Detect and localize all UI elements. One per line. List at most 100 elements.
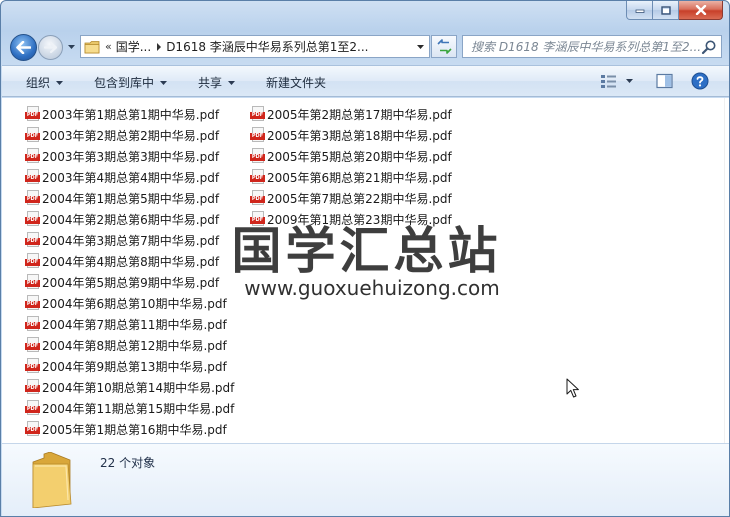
file-name: 2003年第4期总第4期中华易.pdf [42,170,220,185]
view-options-icon[interactable] [600,73,618,89]
scrollbar-track[interactable] [724,98,729,443]
file-item[interactable]: PDF 2009年第1期总第23期中华易.pdf [250,210,452,228]
folder-icon [84,40,100,53]
pdf-badge: PDF [250,175,265,182]
chevron-down-icon [67,45,75,49]
pdf-file-icon: PDF [250,190,265,206]
file-item[interactable]: PDF 2005年第7期总第22期中华易.pdf [250,189,452,207]
pdf-file-icon: PDF [25,274,40,290]
file-name: 2005年第5期总第20期中华易.pdf [267,149,452,164]
new-folder-button[interactable]: 新建文件夹 [266,74,326,91]
file-name: 2003年第2期总第2期中华易.pdf [42,128,220,143]
pdf-badge: PDF [25,175,40,182]
pdf-file-icon: PDF [25,421,40,437]
share-label: 共享 [198,76,223,90]
file-item[interactable]: PDF 2004年第3期总第7期中华易.pdf [25,231,219,249]
file-name: 2005年第3期总第18期中华易.pdf [267,128,452,143]
maximize-icon [660,5,671,15]
search-icon[interactable] [701,39,717,55]
search-input[interactable] [471,36,703,57]
pdf-file-icon: PDF [25,400,40,416]
folder-icon [32,452,72,508]
share-menu[interactable]: 共享 [198,74,236,91]
pdf-badge: PDF [25,280,40,287]
pdf-badge: PDF [25,301,40,308]
back-button[interactable] [10,34,37,61]
pdf-badge: PDF [250,154,265,161]
file-item[interactable]: PDF 2004年第6期总第10期中华易.pdf [25,294,227,312]
file-item[interactable]: PDF 2003年第3期总第3期中华易.pdf [25,147,219,165]
pdf-file-icon: PDF [25,106,40,122]
file-item[interactable]: PDF 2005年第3期总第18期中华易.pdf [250,126,452,144]
address-bar[interactable]: « 国学... D1618 李涵辰中华易系列总第1至2... [80,35,430,58]
file-item[interactable]: PDF 2003年第2期总第2期中华易.pdf [25,126,219,144]
pdf-badge: PDF [25,217,40,224]
file-item[interactable]: PDF 2005年第1期总第16期中华易.pdf [25,420,227,438]
pdf-file-icon: PDF [25,379,40,395]
maximize-button[interactable] [653,1,679,20]
breadcrumb-arrow-icon[interactable] [156,42,162,51]
organize-menu[interactable]: 组织 [26,74,64,91]
pdf-badge: PDF [25,154,40,161]
pdf-file-icon: PDF [25,232,40,248]
pdf-badge: PDF [25,385,40,392]
chevron-down-icon [160,80,168,85]
breadcrumb-item-guoxue[interactable]: 国学... [116,38,151,55]
close-button[interactable] [679,1,723,20]
file-item[interactable]: PDF 2004年第7期总第11期中华易.pdf [25,315,227,333]
pdf-file-icon: PDF [25,169,40,185]
refresh-button[interactable] [431,35,457,58]
forward-button[interactable] [38,35,63,60]
file-item[interactable]: PDF 2004年第1期总第5期中华易.pdf [25,189,219,207]
file-name: 2004年第10期总第14期中华易.pdf [42,380,235,395]
file-item[interactable]: PDF 2004年第10期总第14期中华易.pdf [25,378,234,396]
file-item[interactable]: PDF 2004年第4期总第8期中华易.pdf [25,252,219,270]
file-item[interactable]: PDF 2003年第4期总第4期中华易.pdf [25,168,219,186]
minimize-button[interactable] [626,1,653,20]
pdf-file-icon: PDF [25,316,40,332]
pdf-badge: PDF [250,217,265,224]
file-item[interactable]: PDF 2004年第11期总第15期中华易.pdf [25,399,234,417]
file-name: 2004年第11期总第15期中华易.pdf [42,401,235,416]
file-item[interactable]: PDF 2004年第2期总第6期中华易.pdf [25,210,219,228]
file-name: 2005年第6期总第21期中华易.pdf [267,170,452,185]
file-name: 2004年第9期总第13期中华易.pdf [42,359,227,374]
pdf-badge: PDF [25,406,40,413]
file-item[interactable]: PDF 2004年第5期总第9期中华易.pdf [25,273,219,291]
pdf-file-icon: PDF [25,253,40,269]
chevron-down-icon[interactable] [626,79,633,83]
organize-label: 组织 [26,76,51,90]
minimize-icon [635,9,644,13]
file-name: 2005年第2期总第17期中华易.pdf [267,107,452,122]
file-name: 2005年第7期总第22期中华易.pdf [267,191,452,206]
file-item[interactable]: PDF 2004年第9期总第13期中华易.pdf [25,357,227,375]
breadcrumb-overflow[interactable]: « [105,40,112,53]
arrow-left-icon [16,41,31,54]
file-name: 2004年第6期总第10期中华易.pdf [42,296,227,311]
preview-pane-icon[interactable] [656,73,673,89]
pdf-badge: PDF [25,112,40,119]
pdf-file-icon: PDF [250,148,265,164]
chevron-down-icon[interactable] [416,42,425,51]
pdf-file-icon: PDF [250,169,265,185]
explorer-window: « 国学... D1618 李涵辰中华易系列总第1至2... 组织 包含到库中 … [0,0,730,517]
file-item[interactable]: PDF 2005年第2期总第17期中华易.pdf [250,105,452,123]
help-icon[interactable] [691,72,709,90]
file-item[interactable]: PDF 2005年第5期总第20期中华易.pdf [250,147,452,165]
file-item[interactable]: PDF 2005年第6期总第21期中华易.pdf [250,168,452,186]
details-pane: 22 个对象 [2,443,729,516]
file-item[interactable]: PDF 2004年第8期总第12期中华易.pdf [25,336,227,354]
mouse-pointer-icon [566,378,579,398]
file-item[interactable]: PDF 2003年第1期总第1期中华易.pdf [25,105,219,123]
breadcrumb-item-current-folder[interactable]: D1618 李涵辰中华易系列总第1至2... [166,38,368,55]
chevron-down-icon [56,80,64,85]
recent-pages-button[interactable] [65,41,77,53]
pdf-badge: PDF [25,196,40,203]
close-icon [695,5,706,15]
pdf-badge: PDF [25,364,40,371]
include-in-library-menu[interactable]: 包含到库中 [94,74,168,91]
item-count: 22 个对象 [100,456,156,470]
pdf-file-icon: PDF [25,148,40,164]
search-box[interactable] [462,35,722,58]
refresh-icon [436,39,452,54]
